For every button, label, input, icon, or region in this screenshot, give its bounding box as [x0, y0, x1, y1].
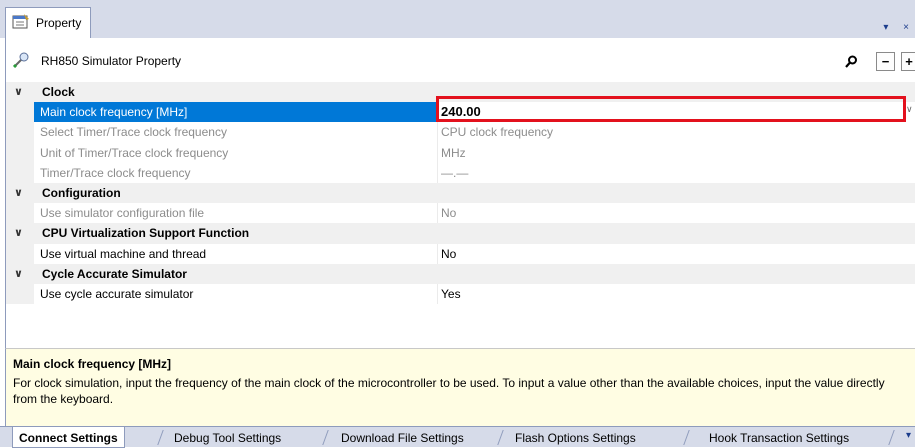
- tab-property[interactable]: Property: [5, 7, 91, 38]
- category-name: CPU Virtualization Support Function: [42, 226, 250, 241]
- simulator-property-icon: [13, 52, 29, 68]
- category-configuration[interactable]: ∨ Configuration: [6, 182, 915, 204]
- value-highlight-box: [436, 96, 906, 122]
- property-name: Timer/Trace clock frequency: [40, 165, 191, 180]
- chevron-down-icon[interactable]: ∨: [14, 186, 23, 199]
- tab-property-label: Property: [36, 16, 82, 30]
- category-name: Clock: [42, 85, 75, 99]
- description-text: For clock simulation, input the frequenc…: [13, 376, 885, 406]
- dropdown-arrow-icon[interactable]: ∨: [906, 104, 913, 115]
- property-value[interactable]: No: [441, 247, 456, 261]
- property-row-timer-select[interactable]: Select Timer/Trace clock frequency CPU c…: [6, 122, 915, 143]
- property-value: CPU clock frequency: [441, 125, 554, 140]
- category-name: Configuration: [42, 185, 121, 200]
- category-cpu-virtualization[interactable]: ∨ CPU Virtualization Support Function: [6, 223, 915, 244]
- tab-download-file-settings[interactable]: Download File Settings: [341, 431, 464, 445]
- property-icon: [12, 14, 29, 29]
- property-value: No: [441, 206, 457, 221]
- property-name: Use simulator configuration file: [40, 206, 205, 221]
- title-bar: [0, 0, 915, 38]
- category-name: Cycle Accurate Simulator: [42, 266, 187, 281]
- property-value: MHz: [441, 145, 466, 160]
- property-row-timer-frequency[interactable]: Timer/Trace clock frequency —.—: [6, 162, 915, 183]
- chevron-down-icon[interactable]: ∨: [14, 267, 23, 280]
- search-button[interactable]: [842, 52, 861, 71]
- tab-scroll-icon[interactable]: ▾: [906, 430, 911, 441]
- property-name: Main clock frequency [MHz]: [40, 105, 188, 120]
- tab-hook-transaction-settings[interactable]: Hook Transaction Settings: [709, 431, 849, 445]
- description-title: Main clock frequency [MHz]: [13, 357, 172, 371]
- tab-flash-options-settings[interactable]: Flash Options Settings: [515, 431, 636, 445]
- property-value[interactable]: Yes: [441, 287, 461, 301]
- property-value: —.—: [441, 165, 469, 180]
- tab-debug-tool-settings[interactable]: Debug Tool Settings: [174, 431, 281, 445]
- property-name: Use virtual machine and thread: [40, 246, 207, 261]
- property-header: RH850 Simulator Property − +: [5, 38, 915, 82]
- bottom-tab-bar: Connect Settings Debug Tool Settings Dow…: [0, 426, 915, 448]
- property-name: Use cycle accurate simulator: [40, 286, 194, 301]
- property-row-timer-unit[interactable]: Unit of Timer/Trace clock frequency MHz: [6, 142, 915, 163]
- description-panel: Main clock frequency [MHz] For clock sim…: [5, 348, 915, 426]
- collapse-all-button[interactable]: −: [876, 52, 895, 71]
- expand-all-button[interactable]: +: [901, 52, 915, 71]
- property-name: Select Timer/Trace clock frequency: [40, 125, 227, 140]
- property-name: Unit of Timer/Trace clock frequency: [40, 145, 229, 160]
- property-row-virtual-machine[interactable]: Use virtual machine and thread No: [6, 243, 915, 264]
- category-cycle-accurate[interactable]: ∨ Cycle Accurate Simulator: [6, 263, 915, 284]
- panel-controls[interactable]: ▾ ×: [883, 22, 915, 33]
- search-icon: [845, 55, 857, 68]
- chevron-down-icon[interactable]: ∨: [14, 226, 23, 239]
- chevron-down-icon[interactable]: ∨: [14, 85, 23, 98]
- property-row-config-file[interactable]: Use simulator configuration file No: [6, 203, 915, 224]
- property-row-cycle-accurate[interactable]: Use cycle accurate simulator Yes: [6, 283, 915, 305]
- tab-connect-settings[interactable]: Connect Settings: [12, 427, 125, 448]
- property-title: RH850 Simulator Property: [41, 54, 182, 68]
